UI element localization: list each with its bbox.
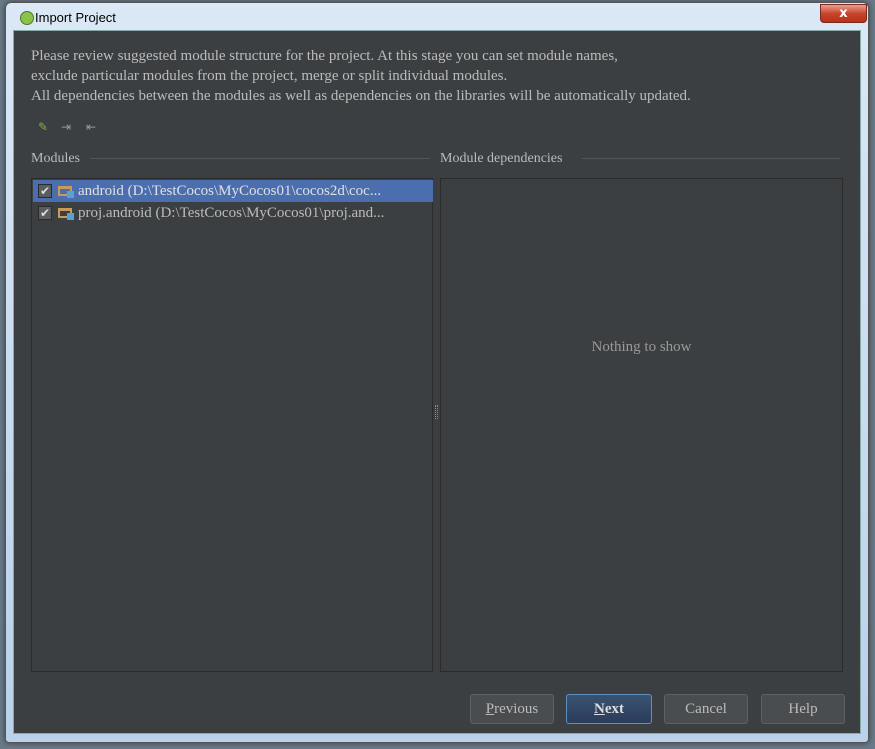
module-label: android (D:\TestCocos\MyCocos01\cocos2d\…: [78, 183, 382, 199]
android-studio-icon: [20, 11, 34, 25]
dependencies-header: Module dependencies: [440, 151, 563, 166]
mnemonic: P: [485, 701, 495, 717]
help-button[interactable]: Help: [761, 694, 845, 724]
list-item[interactable]: ✔ android (D:\TestCocos\MyCocos01\cocos2…: [33, 180, 433, 202]
checkbox[interactable]: ✔: [38, 184, 52, 198]
description-line: Please review suggested module structure…: [31, 48, 618, 64]
previous-button[interactable]: Previous: [470, 694, 554, 724]
mnemonic: N: [594, 701, 605, 717]
module-folder-icon: [58, 186, 74, 198]
dependencies-panel: Nothing to show: [440, 178, 843, 672]
label: revious: [494, 701, 539, 717]
label: ext: [604, 701, 624, 717]
divider: [90, 158, 430, 159]
cancel-button[interactable]: Cancel: [664, 694, 748, 724]
close-button[interactable]: x: [820, 4, 867, 23]
empty-text: Nothing to show: [591, 339, 692, 355]
window-title: Import Project: [35, 10, 116, 25]
divider: [582, 158, 840, 159]
splitter-handle[interactable]: [435, 405, 438, 419]
description-line: exclude particular modules from the proj…: [31, 68, 508, 84]
modules-list: ✔ android (D:\TestCocos\MyCocos01\cocos2…: [31, 178, 433, 672]
checkbox[interactable]: ✔: [38, 206, 52, 220]
module-label: proj.android (D:\TestCocos\MyCocos01\pro…: [78, 205, 385, 221]
next-button[interactable]: Next: [566, 694, 652, 724]
split-icon[interactable]: ⇤: [86, 120, 102, 136]
module-folder-icon: [58, 208, 74, 220]
description: Please review suggested module structure…: [31, 46, 691, 106]
modules-header: Modules: [31, 151, 80, 166]
merge-icon[interactable]: ⇥: [61, 120, 77, 136]
description-line: All dependencies between the modules as …: [31, 88, 691, 104]
list-item[interactable]: ✔ proj.android (D:\TestCocos\MyCocos01\p…: [33, 202, 433, 224]
edit-icon[interactable]: ✎: [38, 120, 54, 136]
